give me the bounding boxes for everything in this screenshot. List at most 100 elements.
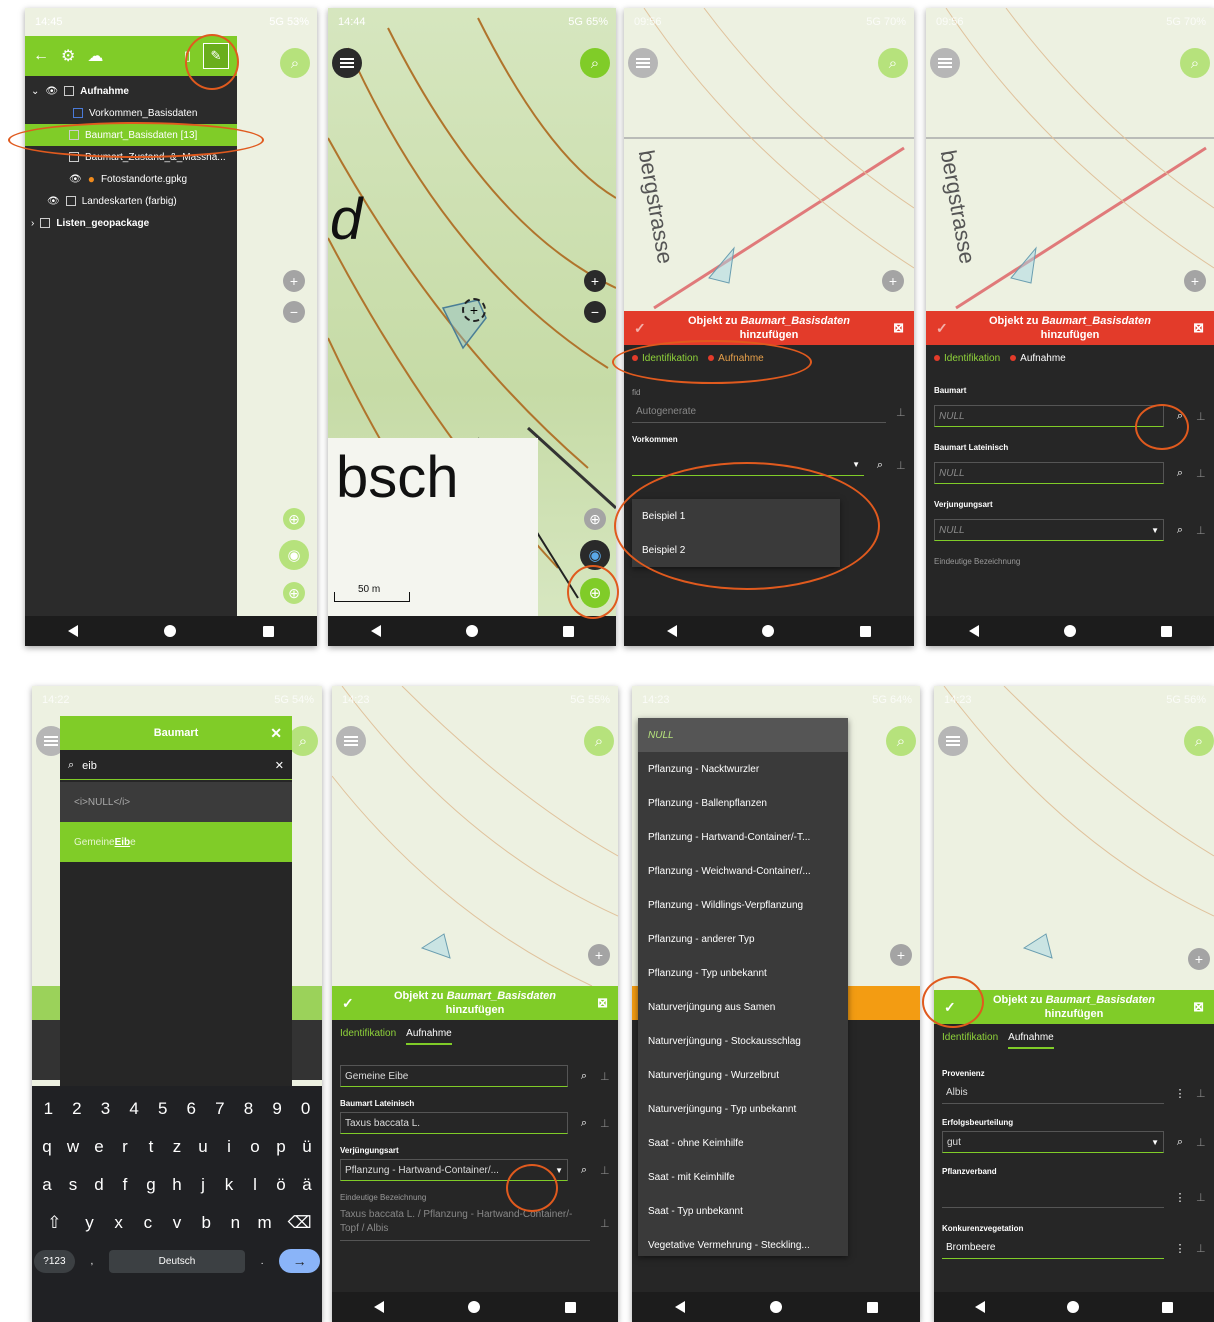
key[interactable]: 2	[63, 1099, 92, 1119]
fid-field[interactable]: Autogenerate	[632, 401, 886, 423]
nav-home-icon[interactable]	[769, 1301, 782, 1313]
verjungungsart-select[interactable]: NULL ▼	[934, 519, 1164, 541]
key[interactable]: m	[250, 1213, 279, 1233]
add-point-button[interactable]: ⊕	[580, 578, 610, 608]
key[interactable]: 9	[263, 1099, 292, 1119]
chevron-down-icon[interactable]: ⌄	[31, 86, 39, 97]
close-form-icon[interactable]: ⊠	[1193, 999, 1204, 1016]
search-input[interactable]: eib	[82, 760, 267, 772]
key[interactable]: e	[86, 1137, 112, 1157]
nav-recent-icon[interactable]	[860, 625, 872, 637]
add-point-button[interactable]: ⊕	[283, 582, 305, 604]
layer-row-baumart-zustand[interactable]: Baumart_Zustand_&_Massna...	[25, 146, 237, 168]
search-button[interactable]: ⌕	[1184, 726, 1214, 756]
zoom-in-button[interactable]: +	[584, 270, 606, 292]
key[interactable]: 8	[234, 1099, 263, 1119]
cloud-icon[interactable]: ☁	[87, 46, 103, 66]
nav-home-icon[interactable]	[468, 1301, 481, 1313]
search-icon[interactable]: ⌕	[1174, 1136, 1186, 1149]
pin-icon[interactable]: ⊥	[1196, 467, 1206, 480]
key[interactable]: s	[60, 1175, 86, 1195]
key[interactable]: ö	[268, 1175, 294, 1195]
key[interactable]: j	[190, 1175, 216, 1195]
nav-back-icon[interactable]	[968, 625, 979, 637]
dropdown-option[interactable]: Pflanzung - anderer Typ	[638, 922, 848, 956]
key[interactable]: 4	[120, 1099, 149, 1119]
baumart-lateinisch-field[interactable]: NULL	[934, 462, 1164, 484]
close-form-icon[interactable]: ⊠	[893, 320, 904, 337]
verjungungsart-select[interactable]: Pflanzung - Hartwand-Container/... ▼	[340, 1159, 568, 1181]
nav-home-icon[interactable]	[465, 625, 478, 637]
eye-icon[interactable]: 👁	[47, 196, 60, 207]
check-icon[interactable]: ✓	[944, 998, 956, 1016]
key[interactable]: 5	[148, 1099, 177, 1119]
erfolgsbeurteilung-select[interactable]: gut ▼	[942, 1131, 1164, 1153]
pin-icon[interactable]: ⊥	[1196, 1242, 1206, 1255]
nav-recent-icon[interactable]	[262, 625, 274, 637]
dropdown-option[interactable]: Saat - ohne Keimhilfe	[638, 1126, 848, 1160]
zoom-out-button[interactable]: −	[283, 301, 305, 323]
nav-home-icon[interactable]	[762, 625, 775, 637]
tab-identification[interactable]: Identifikation	[934, 353, 1000, 364]
dropdown-option[interactable]: Naturverjüngung - Stockausschlag	[638, 1024, 848, 1058]
pin-icon[interactable]: ⊥	[600, 1164, 610, 1177]
vorkommen-select[interactable]: ▼	[632, 454, 864, 476]
dot-key[interactable]: .	[245, 1256, 279, 1267]
search-result-match[interactable]: Gemeine Eib e	[60, 822, 292, 862]
menu-button[interactable]	[930, 48, 960, 78]
check-icon[interactable]: ✓	[936, 319, 948, 337]
clear-icon[interactable]: ✕	[275, 759, 284, 772]
enter-icon[interactable]: →	[279, 1249, 320, 1273]
comma-key[interactable]: ,	[75, 1256, 109, 1267]
nav-recent-icon[interactable]	[1160, 625, 1172, 637]
pin-icon[interactable]: ⊥	[1196, 410, 1206, 423]
close-form-icon[interactable]: ⊠	[1193, 320, 1204, 337]
nav-back-icon[interactable]	[68, 625, 79, 637]
key[interactable]: 3	[91, 1099, 120, 1119]
more-vert-icon[interactable]: ⋮	[1174, 1191, 1186, 1204]
dropdown-option[interactable]: Saat - Typ unbekannt	[638, 1194, 848, 1228]
search-button[interactable]: ⌕	[1180, 48, 1210, 78]
menu-button[interactable]	[628, 48, 658, 78]
baumart-field[interactable]: Gemeine Eibe	[340, 1065, 568, 1087]
locate-button[interactable]: ◉	[580, 540, 610, 570]
key[interactable]: v	[162, 1213, 191, 1233]
nav-back-icon[interactable]	[674, 1301, 685, 1313]
zoom-in-button[interactable]: +	[890, 944, 912, 966]
dropdown-option[interactable]: Naturverjüngung - Wurzelbrut	[638, 1058, 848, 1092]
pin-icon[interactable]: ⊥	[1196, 524, 1206, 537]
tab-aufnahme[interactable]: Aufnahme	[708, 353, 764, 364]
key[interactable]: f	[112, 1175, 138, 1195]
key[interactable]: r	[112, 1137, 138, 1157]
chevron-right-icon[interactable]: ›	[31, 218, 34, 229]
dropdown-option[interactable]: Beispiel 1	[632, 499, 840, 533]
search-icon[interactable]: ⌕	[874, 459, 886, 472]
nav-recent-icon[interactable]	[866, 1301, 878, 1313]
dropdown-arrow-icon[interactable]: ▼	[1151, 1138, 1159, 1147]
check-icon[interactable]: ✓	[342, 994, 354, 1012]
nav-recent-icon[interactable]	[564, 1301, 576, 1313]
pflanzverband-field[interactable]	[942, 1186, 1164, 1208]
key[interactable]: z	[164, 1137, 190, 1157]
tab-identification[interactable]: Identifikation	[340, 1028, 396, 1045]
pin-icon[interactable]: ⊥	[1196, 1191, 1206, 1204]
nav-recent-icon[interactable]	[562, 625, 574, 637]
pin-icon[interactable]: ⊥	[896, 406, 906, 419]
layer-row-listen[interactable]: › Listen_geopackage	[25, 212, 237, 234]
more-vert-icon[interactable]: ⋮	[1174, 1242, 1186, 1255]
key[interactable]: q	[34, 1137, 60, 1157]
search-icon[interactable]: ⌕	[1174, 467, 1186, 480]
gps-button[interactable]: ⊕	[283, 508, 305, 530]
key[interactable]: 1	[34, 1099, 63, 1119]
eye-icon[interactable]: 👁	[45, 86, 58, 97]
dropdown-option[interactable]: Beispiel 2	[632, 533, 840, 567]
key[interactable]: b	[192, 1213, 221, 1233]
nav-recent-icon[interactable]	[1161, 1301, 1173, 1313]
book-icon[interactable]: ▯	[184, 48, 191, 64]
key[interactable]: n	[221, 1213, 250, 1233]
layer-row-fotostandorte[interactable]: 👁 ● Fotostandorte.gpkg	[25, 168, 237, 190]
gear-icon[interactable]: ⚙	[61, 46, 75, 66]
search-icon[interactable]: ⌕	[578, 1070, 590, 1083]
layer-row-landeskarten[interactable]: 👁 Landeskarten (farbig)	[25, 190, 237, 212]
nav-home-icon[interactable]	[164, 625, 177, 637]
